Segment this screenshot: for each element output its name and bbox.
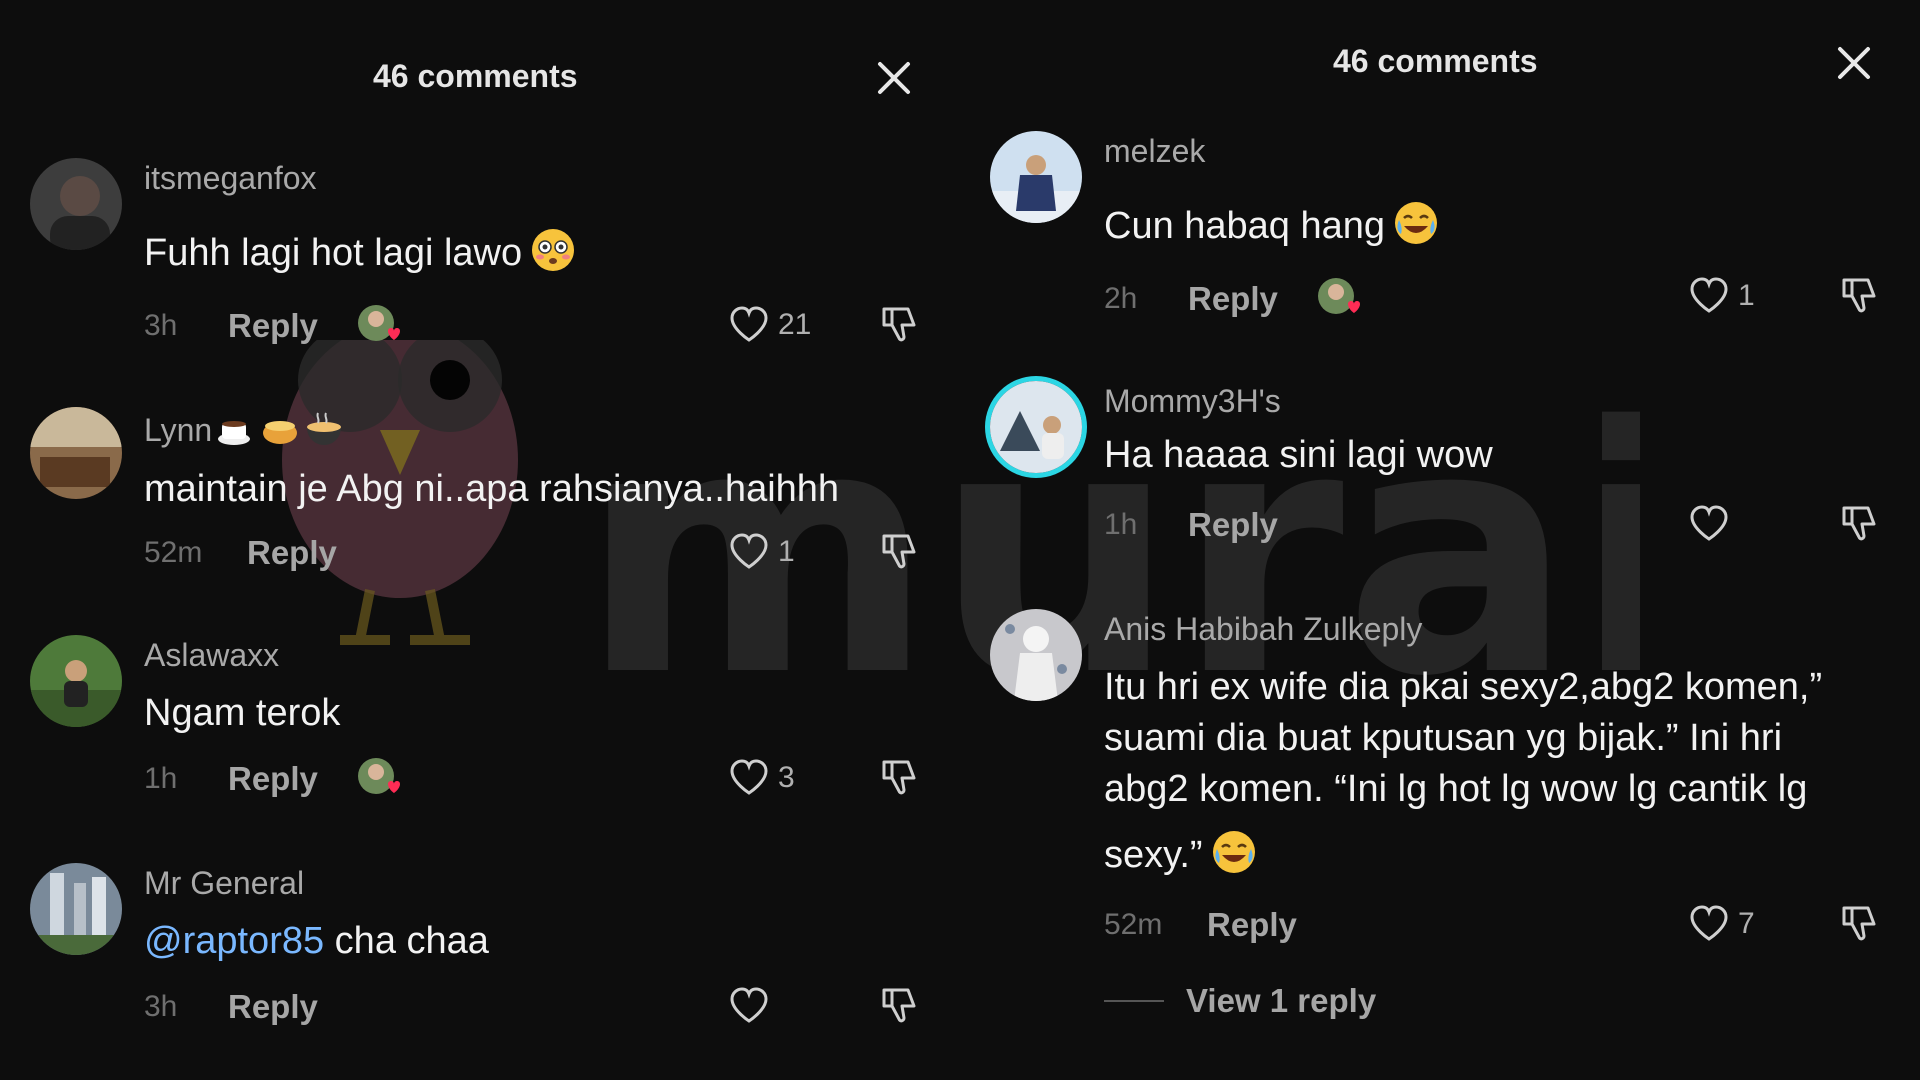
thumbs-down-icon bbox=[1842, 906, 1876, 941]
avatar[interactable] bbox=[30, 407, 122, 499]
heart-outline-icon bbox=[1690, 905, 1728, 941]
avatar[interactable] bbox=[990, 131, 1082, 223]
heart-outline-icon bbox=[730, 533, 768, 569]
comment-username[interactable]: melzek bbox=[1104, 133, 1205, 170]
like-count: 7 bbox=[1738, 907, 1755, 940]
reply-button[interactable]: Reply bbox=[228, 988, 318, 1026]
avatar[interactable] bbox=[990, 381, 1082, 473]
like-count: 21 bbox=[778, 308, 812, 341]
comment-text: Ngam terok bbox=[144, 692, 341, 734]
comments-count-title: 46 comments bbox=[1333, 43, 1538, 79]
flushed-face-emoji-icon bbox=[530, 227, 576, 273]
comment-time: 2h bbox=[1104, 282, 1138, 315]
thumbs-down-icon bbox=[882, 534, 916, 569]
comment-username[interactable]: Anis Habibah Zulkeply bbox=[1104, 611, 1422, 648]
hot-beverage-emoji-icon bbox=[216, 409, 256, 449]
creator-liked-badge bbox=[356, 301, 404, 349]
thumbs-down-icon bbox=[1842, 278, 1876, 313]
reply-button[interactable]: Reply bbox=[247, 534, 337, 572]
dislike-button[interactable] bbox=[1838, 502, 1880, 544]
heart-outline-icon bbox=[1690, 277, 1728, 313]
creator-liked-badge bbox=[356, 754, 404, 802]
avatar[interactable] bbox=[30, 158, 122, 250]
thumbs-down-icon bbox=[882, 307, 916, 342]
like-button[interactable]: 1 bbox=[728, 530, 795, 574]
avatar[interactable] bbox=[990, 609, 1082, 701]
avatar[interactable] bbox=[30, 863, 122, 955]
close-icon bbox=[1838, 47, 1870, 79]
like-button[interactable]: 1 bbox=[1688, 274, 1755, 318]
heart-outline-icon bbox=[730, 759, 768, 795]
comment-text: Itu hri ex wife dia pkai sexy2,abg2 kome… bbox=[1104, 666, 1823, 876]
dislike-button[interactable] bbox=[1838, 902, 1880, 944]
reply-divider bbox=[1104, 1000, 1164, 1002]
comment-username[interactable]: Aslawaxx bbox=[144, 637, 279, 674]
comments-panel-right: 46 comments melzek Cun habaq hang 2h Rep… bbox=[960, 0, 1920, 1080]
pot-of-food-emoji-icon bbox=[260, 409, 300, 449]
like-button[interactable]: 3 bbox=[728, 756, 795, 800]
comment-text: Cun habaq hang bbox=[1104, 200, 1439, 252]
reply-button[interactable]: Reply bbox=[1207, 906, 1297, 944]
comment-text: maintain je Abg ni..apa rahsianya..haihh… bbox=[144, 468, 840, 510]
heart-icon bbox=[1348, 301, 1360, 313]
like-button[interactable] bbox=[1688, 502, 1730, 546]
thumbs-down-icon bbox=[882, 988, 916, 1023]
dislike-button[interactable] bbox=[878, 756, 920, 798]
like-button[interactable]: 7 bbox=[1688, 902, 1755, 946]
reply-button[interactable]: Reply bbox=[1188, 506, 1278, 544]
comment-time: 3h bbox=[144, 309, 178, 342]
thumbs-down-icon bbox=[1842, 506, 1876, 541]
heart-outline-icon bbox=[730, 306, 768, 342]
steaming-bowl-emoji-icon bbox=[304, 409, 344, 449]
comment-username[interactable]: Mr General bbox=[144, 865, 304, 902]
comment-text: Ha haaaa sini lagi wow bbox=[1104, 434, 1493, 476]
thumbs-down-icon bbox=[882, 760, 916, 795]
avatar[interactable] bbox=[30, 635, 122, 727]
close-button[interactable] bbox=[872, 56, 916, 100]
mention-link[interactable]: @raptor85 bbox=[144, 920, 324, 962]
view-replies-button[interactable]: View 1 reply bbox=[1104, 982, 1376, 1020]
comment-text: @raptor85 cha chaa bbox=[144, 920, 489, 962]
comments-count-title: 46 comments bbox=[373, 58, 578, 94]
comment-time: 1h bbox=[144, 762, 178, 795]
reply-button[interactable]: Reply bbox=[1188, 280, 1278, 318]
comments-panel-left: 46 comments itsmeganfox Fuhh lagi hot la… bbox=[0, 0, 960, 1080]
heart-outline-icon bbox=[1690, 505, 1728, 541]
dislike-button[interactable] bbox=[1838, 274, 1880, 316]
dislike-button[interactable] bbox=[878, 984, 920, 1026]
comment-time: 52m bbox=[144, 536, 203, 569]
close-icon bbox=[878, 62, 910, 94]
like-button[interactable]: 21 bbox=[728, 303, 811, 347]
heart-icon bbox=[388, 328, 400, 340]
comment-text: Fuhh lagi hot lagi lawo bbox=[144, 227, 576, 279]
like-count: 3 bbox=[778, 761, 795, 794]
creator-liked-badge bbox=[1316, 274, 1364, 322]
comment-username[interactable]: Lynn bbox=[144, 409, 344, 449]
like-count: 1 bbox=[1738, 279, 1755, 312]
like-count: 1 bbox=[778, 535, 795, 568]
dislike-button[interactable] bbox=[878, 530, 920, 572]
heart-icon bbox=[388, 781, 400, 793]
close-button[interactable] bbox=[1832, 41, 1876, 85]
heart-outline-icon bbox=[730, 987, 768, 1023]
comment-time: 1h bbox=[1104, 508, 1138, 541]
comment-username[interactable]: Mommy3H's bbox=[1104, 383, 1281, 420]
comment-time: 52m bbox=[1104, 908, 1163, 941]
joy-face-emoji-icon bbox=[1393, 200, 1439, 246]
reply-button[interactable]: Reply bbox=[228, 307, 318, 345]
dislike-button[interactable] bbox=[878, 303, 920, 345]
comment-time: 3h bbox=[144, 990, 178, 1023]
reply-button[interactable]: Reply bbox=[228, 760, 318, 798]
comment-username[interactable]: itsmeganfox bbox=[144, 160, 317, 197]
joy-face-emoji-icon bbox=[1211, 829, 1257, 875]
like-button[interactable] bbox=[728, 984, 770, 1028]
